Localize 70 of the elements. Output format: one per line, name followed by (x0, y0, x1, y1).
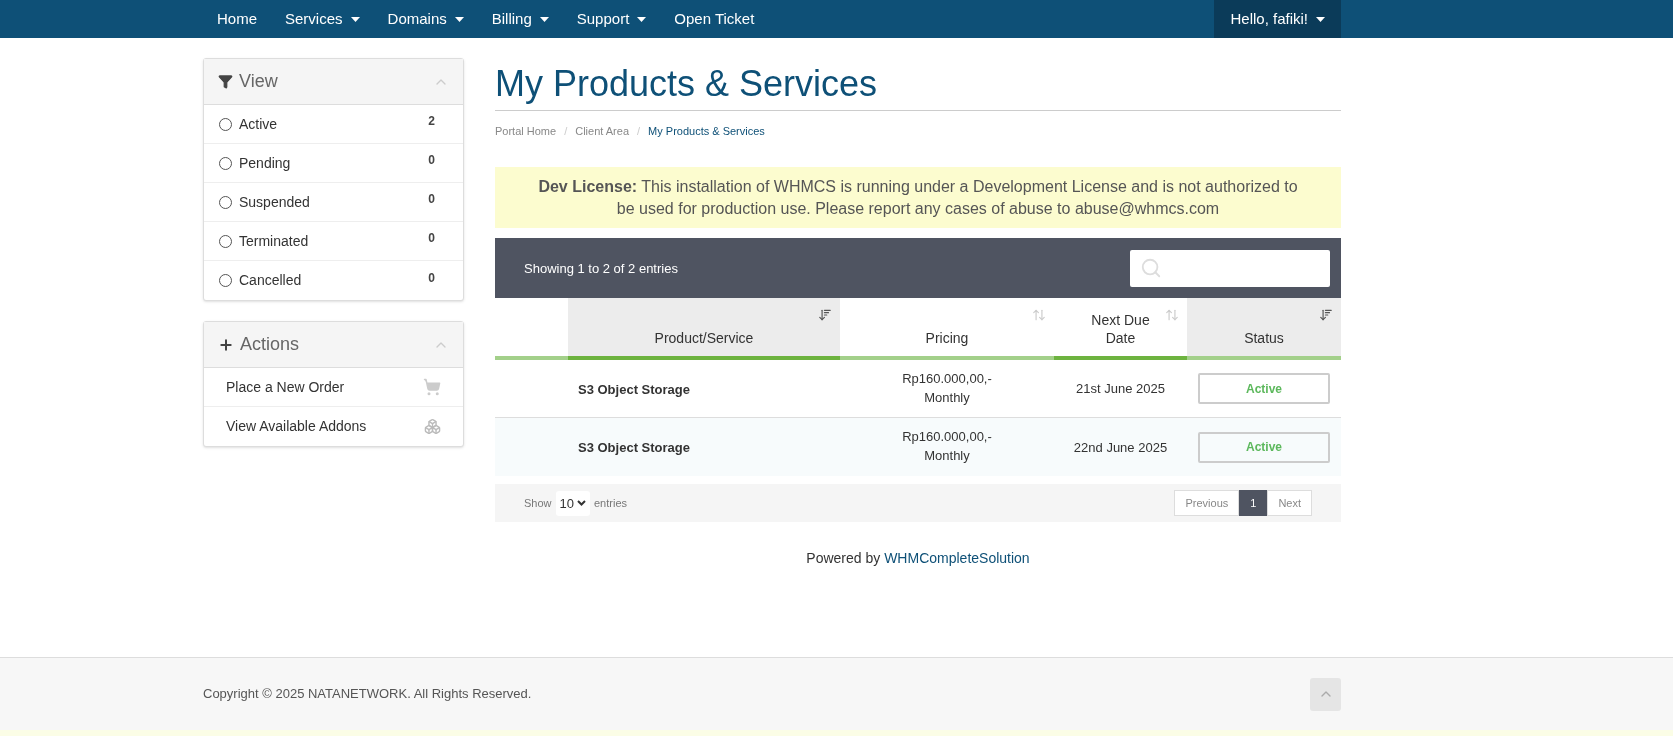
filter-count: 0 (428, 152, 436, 169)
price-text: Rp160.000,00,- Monthly (902, 428, 992, 466)
show-label: Show (524, 496, 552, 512)
action-item[interactable]: Place a New Order (204, 368, 463, 407)
filter-count: 2 (428, 113, 436, 130)
sort-icon (818, 308, 832, 323)
plus-icon (218, 336, 234, 353)
caret-icon (350, 16, 360, 22)
caret-icon (454, 16, 464, 22)
table-row[interactable]: S3 Object Storage Rp160.000,00,- Monthly 22nd June 2025 Active (495, 418, 1341, 477)
product-name: S3 Object Storage (578, 381, 690, 397)
panel-title: View (239, 70, 278, 93)
caret-icon (1316, 16, 1325, 22)
filter-item[interactable]: Pending 0 (204, 144, 463, 183)
filter-item[interactable]: Active 2 (204, 105, 463, 144)
sort-icon (1032, 308, 1046, 323)
page-title: My Products & Services (495, 64, 1341, 111)
filter-count: 0 (428, 230, 436, 247)
powered-by-text: Powered by (806, 550, 882, 567)
action-item[interactable]: View Available Addons (204, 407, 463, 446)
column-header[interactable]: Product/Service (568, 298, 840, 361)
caret-icon (539, 16, 549, 22)
breadcrumb-link[interactable]: My Products & Services (648, 122, 765, 140)
search-field[interactable] (1130, 249, 1330, 287)
filter-label: Pending (239, 153, 291, 173)
breadcrumb-link[interactable]: Client Area (575, 122, 629, 140)
filter-label: Active (239, 114, 278, 134)
search-icon (1140, 257, 1162, 280)
filter-label: Suspended (239, 192, 310, 212)
powered-by-link[interactable]: WHMCompleteSolution (884, 550, 1030, 567)
nav-link[interactable]: Home (203, 0, 271, 38)
entries-info: Showing 1 to 2 of 2 entries (524, 259, 678, 278)
caret-icon (637, 16, 647, 22)
panel-title: Actions (240, 333, 300, 356)
status-label: Active (1198, 431, 1330, 463)
filter-item[interactable]: Cancelled 0 (204, 261, 463, 300)
nav-link[interactable]: Open Ticket (660, 0, 769, 38)
filter-label: Cancelled (239, 271, 302, 290)
sort-icon (1165, 308, 1179, 323)
entries-label: entries (594, 496, 628, 512)
chevron-icon (577, 500, 586, 507)
user-menu[interactable]: Hello, fafiki! (1214, 0, 1341, 38)
due-date: 21st June 2025 (1076, 380, 1165, 399)
filter-count: 0 (428, 269, 436, 287)
copyright-text: Copyright © 2025 NATANETWORK. All Rights Reserved. (203, 685, 532, 704)
notice-banner: Dev License: This installation of WHMCS is running under a Development License and is not authorized to be used for production use. Please report any cases of abuse to abuse@whmcs.com (495, 167, 1341, 229)
due-date: 22nd June 2025 (1073, 438, 1168, 457)
pagination-button[interactable]: 1 (1239, 490, 1268, 517)
filter-item[interactable]: Terminated 0 (204, 222, 463, 261)
filter-icon (218, 74, 233, 89)
nav-link[interactable]: Billing (477, 0, 563, 38)
breadcrumb-separator: / (637, 123, 641, 139)
product-name: S3 Object Storage (578, 440, 690, 456)
breadcrumb-link[interactable]: Portal Home (495, 122, 557, 140)
nav-link[interactable]: Support (562, 0, 661, 38)
column-header[interactable]: Status (1187, 298, 1341, 361)
filter-label: Terminated (239, 231, 309, 251)
sort-icon (1319, 308, 1333, 323)
page-size-select[interactable]: 10 (555, 490, 590, 516)
nav-link[interactable]: Domains (373, 0, 478, 38)
nav-link[interactable]: Services (271, 0, 374, 38)
cart-icon (423, 378, 441, 396)
filter-count: 0 (428, 191, 436, 208)
breadcrumb-separator: / (564, 123, 568, 139)
price-text: Rp160.000,00,- Monthly (902, 369, 992, 407)
pagination-button[interactable]: Previous (1174, 490, 1240, 517)
cubes-icon (424, 418, 441, 435)
pagination-button[interactable]: Next (1267, 490, 1312, 517)
status-label: Active (1198, 373, 1330, 405)
filter-item[interactable]: Suspended 0 (204, 183, 463, 222)
